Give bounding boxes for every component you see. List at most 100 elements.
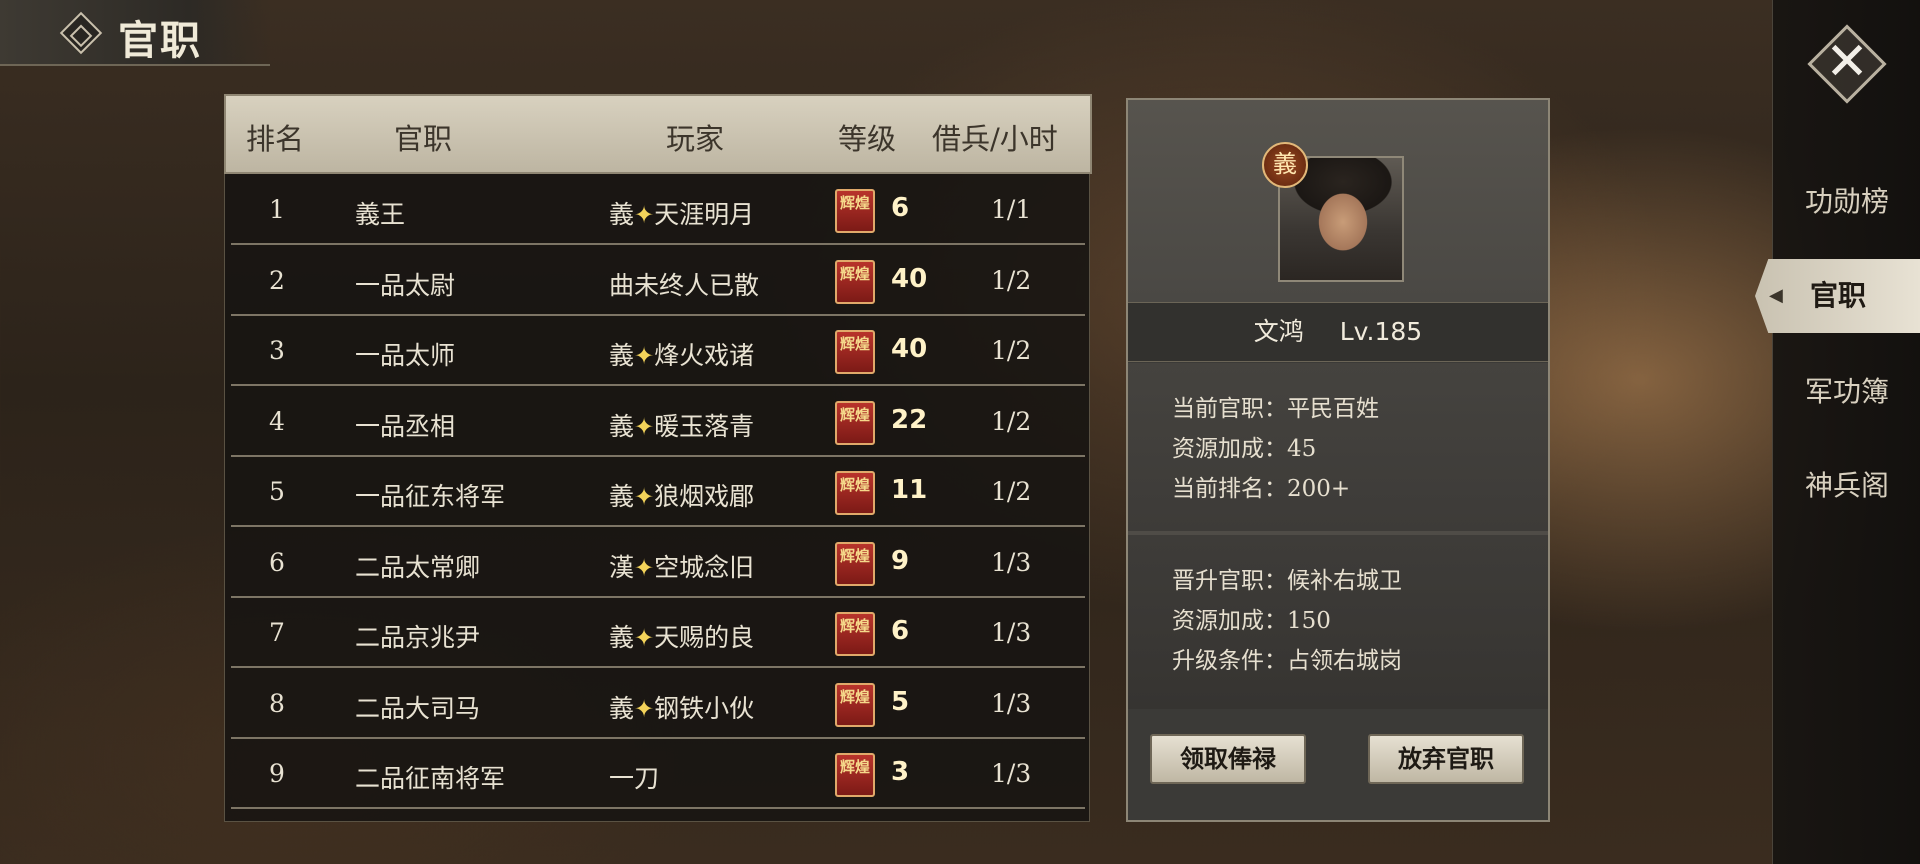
level-cell: 22	[891, 404, 928, 435]
abandon-office-button[interactable]: 放弃官职	[1368, 734, 1524, 784]
current-rank: 当前排名：200+	[1172, 476, 1351, 502]
col-header-office: 官职	[394, 122, 453, 156]
table-row[interactable]: 5 一品征东将军 義✦狼烟戏郿 辉煌 11 1/2	[231, 457, 1085, 527]
office-cell: 一品太尉	[355, 270, 456, 300]
player-name-bar: 文鸿 Lv.185	[1128, 302, 1548, 362]
player-name: 一刀	[609, 764, 660, 793]
claim-salary-button[interactable]: 领取俸禄	[1150, 734, 1306, 784]
player-cell: 義✦天赐的良	[609, 618, 754, 654]
office-cell: 一品太师	[355, 341, 456, 370]
player-level: Lv.185	[1339, 317, 1423, 346]
sparkle-icon: ✦	[634, 201, 655, 229]
rank-cell: 2	[269, 265, 285, 295]
table-row[interactable]: 3 一品太师 義✦烽火戏诸 辉煌 40 1/2	[231, 316, 1085, 386]
player-name: 钢铁小伙	[654, 693, 755, 723]
tab-merit-ranking[interactable]: 功勋榜	[1773, 172, 1920, 232]
current-office-info: 当前官职：平民百姓 资源加成：45 当前排名：200+	[1128, 363, 1548, 531]
player-cell: 漢✦空城念旧	[609, 548, 754, 584]
borrow-cell: 1/2	[991, 406, 1032, 436]
borrow-cell: 1/2	[991, 336, 1032, 365]
current-bonus: 资源加成：45	[1172, 436, 1317, 462]
level-cell: 40	[891, 334, 928, 364]
table-row[interactable]: 7 二品京兆尹 義✦天赐的良 辉煌 6 1/3	[231, 598, 1085, 668]
borrow-cell: 1/2	[991, 477, 1032, 506]
player-cell: 一刀	[609, 759, 659, 795]
glory-badge-icon: 辉煌	[835, 189, 875, 233]
rank-cell: 3	[269, 336, 285, 365]
glory-badge-icon: 辉煌	[835, 259, 875, 304]
col-header-borrow: 借兵/小时	[932, 122, 1058, 156]
sparkle-icon: ✦	[634, 553, 655, 582]
table-row[interactable]: 9 二品征南将军 一刀 辉煌 3 1/3	[231, 739, 1085, 809]
page-title: 官职	[118, 17, 202, 64]
borrow-cell: 1/3	[991, 759, 1032, 788]
rank-table: 排名 官职 玩家 等级 借兵/小时 1 義王 義✦天涯明月 辉煌 6 1/1 2 一品太尉 曲未…	[224, 94, 1092, 822]
table-row[interactable]: 4 一品丞相 義✦暖玉落青 辉煌 22 1/2	[231, 387, 1085, 457]
col-header-player: 玩家	[666, 122, 725, 156]
next-office: 晋升官职：候补右城卫	[1172, 568, 1402, 594]
current-office: 当前官职：平民百姓	[1172, 396, 1379, 422]
player-name: 狼烟戏郿	[654, 482, 755, 511]
glory-badge-icon: 辉煌	[835, 753, 875, 797]
rank-cell: 6	[269, 547, 285, 577]
borrow-cell: 1/3	[991, 688, 1032, 718]
col-header-rank: 排名	[246, 122, 305, 156]
title-bar: 官职	[0, 0, 270, 66]
level-cell: 6	[891, 616, 910, 646]
player-cell: 義✦天涯明月	[609, 195, 754, 231]
table-row[interactable]: 2 一品太尉 曲未终人已散 辉煌 40 1/2	[231, 246, 1085, 316]
office-cell: 二品大司马	[355, 693, 481, 723]
player-name: 烽火戏诸	[654, 341, 755, 370]
office-cell: 二品太常卿	[355, 552, 481, 582]
player-cell: 曲未终人已散	[609, 266, 759, 302]
rank-cell: 4	[269, 406, 285, 436]
borrow-cell: 1/2	[991, 265, 1032, 295]
tab-military-merit[interactable]: 军功簿	[1773, 362, 1920, 422]
rank-cell: 1	[269, 195, 285, 224]
table-row[interactable]: 6 二品太常卿 漢✦空城念旧 辉煌 9 1/3	[231, 528, 1085, 598]
table-row[interactable]: 8 二品大司马 義✦钢铁小伙 辉煌 5 1/3	[231, 669, 1085, 739]
player-name: 暖玉落青	[654, 411, 755, 441]
level-cell: 40	[891, 263, 928, 294]
back-diamond-icon[interactable]	[59, 11, 103, 55]
faction-badge: 義	[1262, 142, 1308, 188]
glory-badge-icon: 辉煌	[835, 612, 875, 656]
player-faction: 義	[609, 341, 635, 370]
player-name: 天赐的良	[654, 623, 755, 652]
table-header: 排名 官职 玩家 等级 借兵/小时	[224, 94, 1092, 174]
level-cell: 6	[891, 193, 910, 223]
level-cell: 3	[891, 757, 910, 787]
rank-cell: 9	[269, 759, 285, 788]
office-cell: 二品京兆尹	[355, 623, 481, 652]
level-cell: 9	[891, 545, 910, 576]
player-faction: 義	[609, 693, 635, 723]
borrow-cell: 1/3	[991, 618, 1032, 647]
player-cell: 義✦烽火戏诸	[609, 336, 754, 372]
tab-office[interactable]: 官职	[1755, 259, 1920, 333]
player-name: 文鸿	[1253, 317, 1304, 346]
player-faction: 義	[609, 200, 635, 229]
glory-badge-icon: 辉煌	[835, 541, 875, 586]
office-cell: 義王	[355, 200, 406, 229]
player-faction: 義	[609, 482, 635, 511]
player-cell: 義✦暖玉落青	[609, 407, 754, 443]
rank-cell: 8	[269, 688, 285, 718]
col-header-level: 等级	[838, 122, 897, 156]
close-button[interactable]: ✕	[1807, 24, 1887, 104]
player-cell: 義✦钢铁小伙	[609, 689, 754, 725]
office-cell: 一品丞相	[355, 411, 456, 441]
tab-divine-weapons[interactable]: 神兵阁	[1773, 456, 1920, 516]
sparkle-icon: ✦	[634, 342, 655, 370]
table-row[interactable]: 1 義王 義✦天涯明月 辉煌 6 1/1	[231, 175, 1085, 245]
rank-cell: 7	[269, 618, 285, 647]
glory-badge-icon: 辉煌	[835, 471, 875, 515]
rank-cell: 5	[269, 477, 285, 506]
next-bonus: 资源加成：150	[1172, 608, 1331, 634]
portrait-area: 義	[1128, 100, 1548, 302]
office-cell: 二品征南将军	[355, 764, 506, 793]
close-icon: ✕	[1825, 32, 1869, 92]
sparkle-icon: ✦	[634, 694, 655, 723]
promotion-info: 晋升官职：候补右城卫 资源加成：150 升级条件：占领右城岗	[1128, 535, 1548, 709]
borrow-cell: 1/3	[991, 547, 1032, 577]
sparkle-icon: ✦	[634, 624, 655, 652]
